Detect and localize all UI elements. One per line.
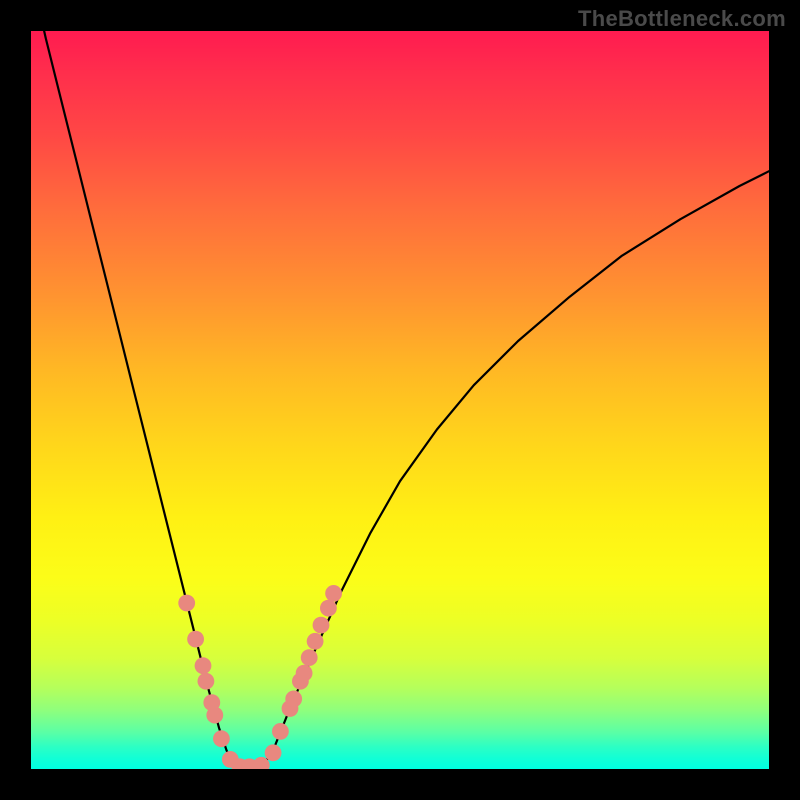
curve-right-curve — [264, 171, 770, 765]
marker-dot — [213, 730, 230, 747]
marker-dot — [187, 631, 204, 648]
marker-dot — [195, 657, 212, 674]
marker-dot — [325, 585, 342, 602]
marker-dot — [313, 617, 330, 634]
chart-svg — [31, 31, 769, 769]
marker-dot — [307, 633, 324, 650]
marker-dot — [296, 665, 313, 682]
marker-dot — [178, 595, 195, 612]
marker-dot — [198, 673, 215, 690]
chart-frame: TheBottleneck.com — [0, 0, 800, 800]
marker-dot — [206, 707, 223, 724]
marker-dot — [320, 600, 337, 617]
plot-area — [31, 31, 769, 769]
curve-left-curve — [31, 31, 234, 765]
watermark-text: TheBottleneck.com — [578, 6, 786, 32]
marker-dot — [285, 691, 302, 708]
marker-dot — [301, 649, 318, 666]
marker-dot — [272, 723, 289, 740]
marker-dot — [265, 744, 282, 761]
